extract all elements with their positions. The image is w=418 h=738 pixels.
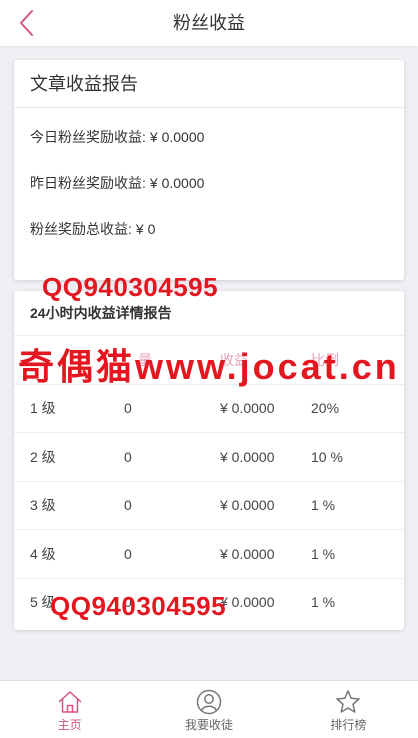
back-button[interactable] xyxy=(18,9,36,37)
tab-home[interactable]: 主页 xyxy=(0,681,139,738)
tab-recruit[interactable]: 我要收徒 xyxy=(139,681,278,738)
row-level: 1 级 xyxy=(30,400,56,417)
home-icon xyxy=(58,691,81,713)
row-ratio: 10 % xyxy=(311,448,343,465)
star-icon xyxy=(336,690,361,713)
today-earnings-label: 今日粉丝奖励收益: xyxy=(30,129,146,145)
row-level: 3 级 xyxy=(30,497,56,514)
tab-home-label: 主页 xyxy=(57,718,82,732)
tab-ranking-label: 排行榜 xyxy=(330,718,367,732)
watermark-qq-top: QQ940304595 xyxy=(42,272,219,302)
tab-ranking[interactable]: 排行榜 xyxy=(279,681,418,738)
yesterday-earnings-label: 昨日粉丝奖励收益: xyxy=(30,175,146,191)
top-bar: 粉丝收益 xyxy=(0,0,418,46)
total-earnings-row: 粉丝奖励总收益: ¥ 0 xyxy=(14,206,404,252)
table-row: 3 级 0 ¥ 0.0000 1 % xyxy=(14,480,404,530)
row-level: 2 级 xyxy=(30,448,56,465)
total-earnings-value: ¥ 0 xyxy=(135,221,156,237)
table-row: 2 级 0 ¥ 0.0000 10 % xyxy=(14,432,404,481)
watermark-qq-bottom: QQ940304595 xyxy=(50,591,227,621)
article-report-card: 文章收益报告 今日粉丝奖励收益: ¥ 0.0000 昨日粉丝奖励收益: ¥ 0.00… xyxy=(14,60,404,280)
yesterday-earnings-value: ¥ 0.0000 xyxy=(149,175,205,191)
row-ratio: 1 % xyxy=(311,594,336,611)
total-earnings-label: 粉丝奖励总收益: xyxy=(30,221,132,237)
row-earnings: ¥ 0.0000 xyxy=(220,545,275,562)
bottom-tab-bar: 主页 我要收徒 排行榜 xyxy=(0,680,418,738)
row-earnings: ¥ 0.0000 xyxy=(220,448,275,465)
article-report-list: 今日粉丝奖励收益: ¥ 0.0000 昨日粉丝奖励收益: ¥ 0.0000 粉丝奖励… xyxy=(14,108,404,252)
table-row: 4 级 0 ¥ 0.0000 1 % xyxy=(14,529,404,578)
row-count: 0 xyxy=(124,400,132,417)
row-ratio: 1 % xyxy=(311,497,336,514)
row-count: 0 xyxy=(124,497,132,514)
table-row: 1 级 0 ¥ 0.0000 20% xyxy=(14,383,404,433)
yesterday-earnings-row: 昨日粉丝奖励收益: ¥ 0.0000 xyxy=(14,160,404,206)
tab-recruit-label: 我要收徒 xyxy=(184,718,233,732)
today-earnings-row: 今日粉丝奖励收益: ¥ 0.0000 xyxy=(14,114,404,160)
row-ratio: 1 % xyxy=(311,545,336,562)
watermark-site: 奇偶猫www.jocat.cn xyxy=(18,346,400,387)
user-circle-icon xyxy=(196,689,222,715)
row-level: 4 级 xyxy=(30,545,56,562)
row-earnings: ¥ 0.0000 xyxy=(220,594,275,611)
row-count: 0 xyxy=(124,545,132,562)
page-title: 粉丝收益 xyxy=(173,13,245,33)
article-report-title: 文章收益报告 xyxy=(14,60,404,108)
today-earnings-value: ¥ 0.0000 xyxy=(149,129,205,145)
row-ratio: 20% xyxy=(311,400,340,417)
row-earnings: ¥ 0.0000 xyxy=(220,497,275,514)
row-earnings: ¥ 0.0000 xyxy=(220,400,275,417)
detail-report-card: 24小时内收益详情报告 量 收益 比例 1 级 0 ¥ 0.0000 20% 2… xyxy=(14,291,404,630)
chevron-left-icon xyxy=(20,10,33,36)
row-count: 0 xyxy=(124,448,132,465)
